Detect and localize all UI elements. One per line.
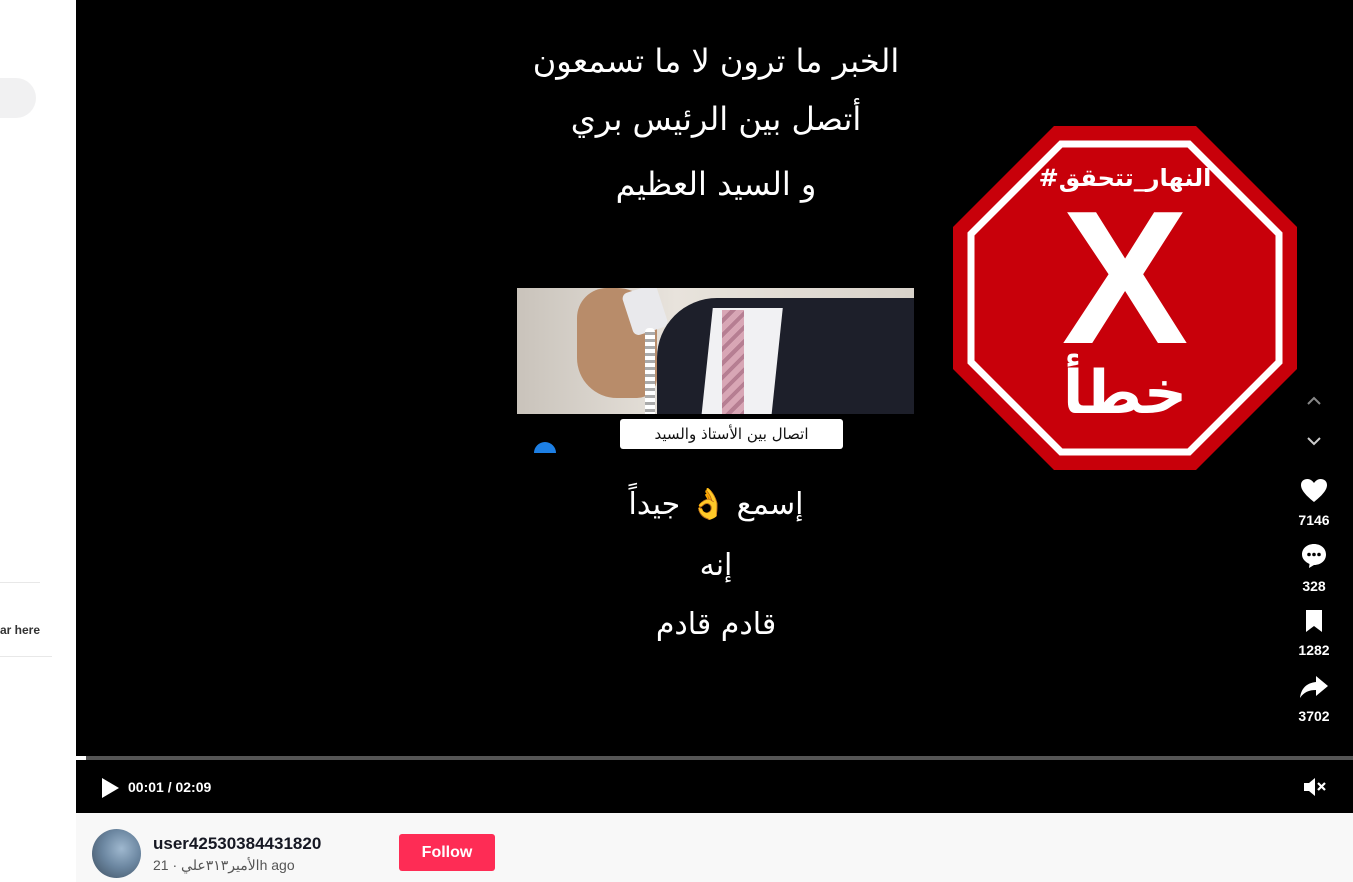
blue-dot-icon	[534, 442, 556, 453]
share-icon	[1300, 676, 1328, 698]
progress-fill	[76, 756, 87, 760]
bookmark-icon	[1306, 610, 1322, 632]
mute-button[interactable]	[1302, 776, 1328, 798]
like-count: 7146	[1298, 512, 1330, 528]
video-text-line: إنه	[699, 548, 733, 583]
creator-username[interactable]: user42530384431820	[153, 834, 321, 854]
divider	[0, 656, 52, 657]
video-text-line: إسمع 👌 جيداً	[628, 487, 804, 522]
comment-icon	[1302, 544, 1326, 568]
video-text-line: الخبر ما ترون لا ما تسمعون	[532, 42, 900, 80]
video-text-line: أتصل بين الرئيس بري	[570, 100, 862, 138]
next-video-button[interactable]	[1286, 434, 1342, 448]
badge-word: خطأ	[1062, 358, 1188, 428]
chevron-up-icon	[1307, 396, 1321, 405]
mute-icon	[1304, 778, 1326, 796]
false-rating-badge: #النهار_تتحقق X خطأ	[953, 126, 1297, 470]
comment-button[interactable]: 328	[1286, 542, 1342, 594]
chevron-down-icon	[1307, 437, 1321, 446]
play-icon	[102, 778, 119, 798]
frame-tie	[722, 310, 744, 414]
comment-count: 328	[1302, 578, 1326, 594]
progress-bar[interactable]	[76, 756, 1353, 760]
telephone-cord	[645, 328, 655, 414]
share-button[interactable]: 3702	[1286, 674, 1342, 724]
share-count: 3702	[1298, 708, 1330, 724]
like-button[interactable]: 7146	[1286, 478, 1342, 528]
left-rail: ar here	[0, 0, 76, 882]
save-count: 1282	[1298, 642, 1330, 658]
video-text-line: و السيد العظيم	[615, 165, 817, 203]
creator-subline: الأمير٣١٣علي · 21h ago	[153, 857, 295, 873]
heart-icon	[1301, 479, 1327, 502]
search-pill[interactable]	[0, 78, 36, 118]
previous-video-button[interactable]	[1286, 394, 1342, 408]
creator-bar: user42530384431820 الأمير٣١٣علي · 21h ag…	[76, 813, 1353, 882]
x-mark-icon: X	[1061, 172, 1189, 384]
frame-suit	[657, 298, 914, 414]
play-button[interactable]	[98, 776, 122, 800]
embedded-video-frame	[517, 288, 914, 414]
video-text-line: قادم قادم	[655, 607, 777, 642]
time-readout: 00:01 / 02:09	[128, 779, 212, 795]
divider	[0, 582, 40, 583]
rail-partial-text: ar here	[0, 623, 41, 637]
follow-button[interactable]: Follow	[399, 834, 495, 871]
video-player[interactable]: الخبر ما ترون لا ما تسمعون أتصل بين الرئ…	[76, 0, 1353, 813]
avatar[interactable]	[92, 829, 141, 878]
embedded-caption: اتصال بين الأستاذ والسيد	[620, 419, 843, 449]
save-button[interactable]: 1282	[1286, 608, 1342, 658]
